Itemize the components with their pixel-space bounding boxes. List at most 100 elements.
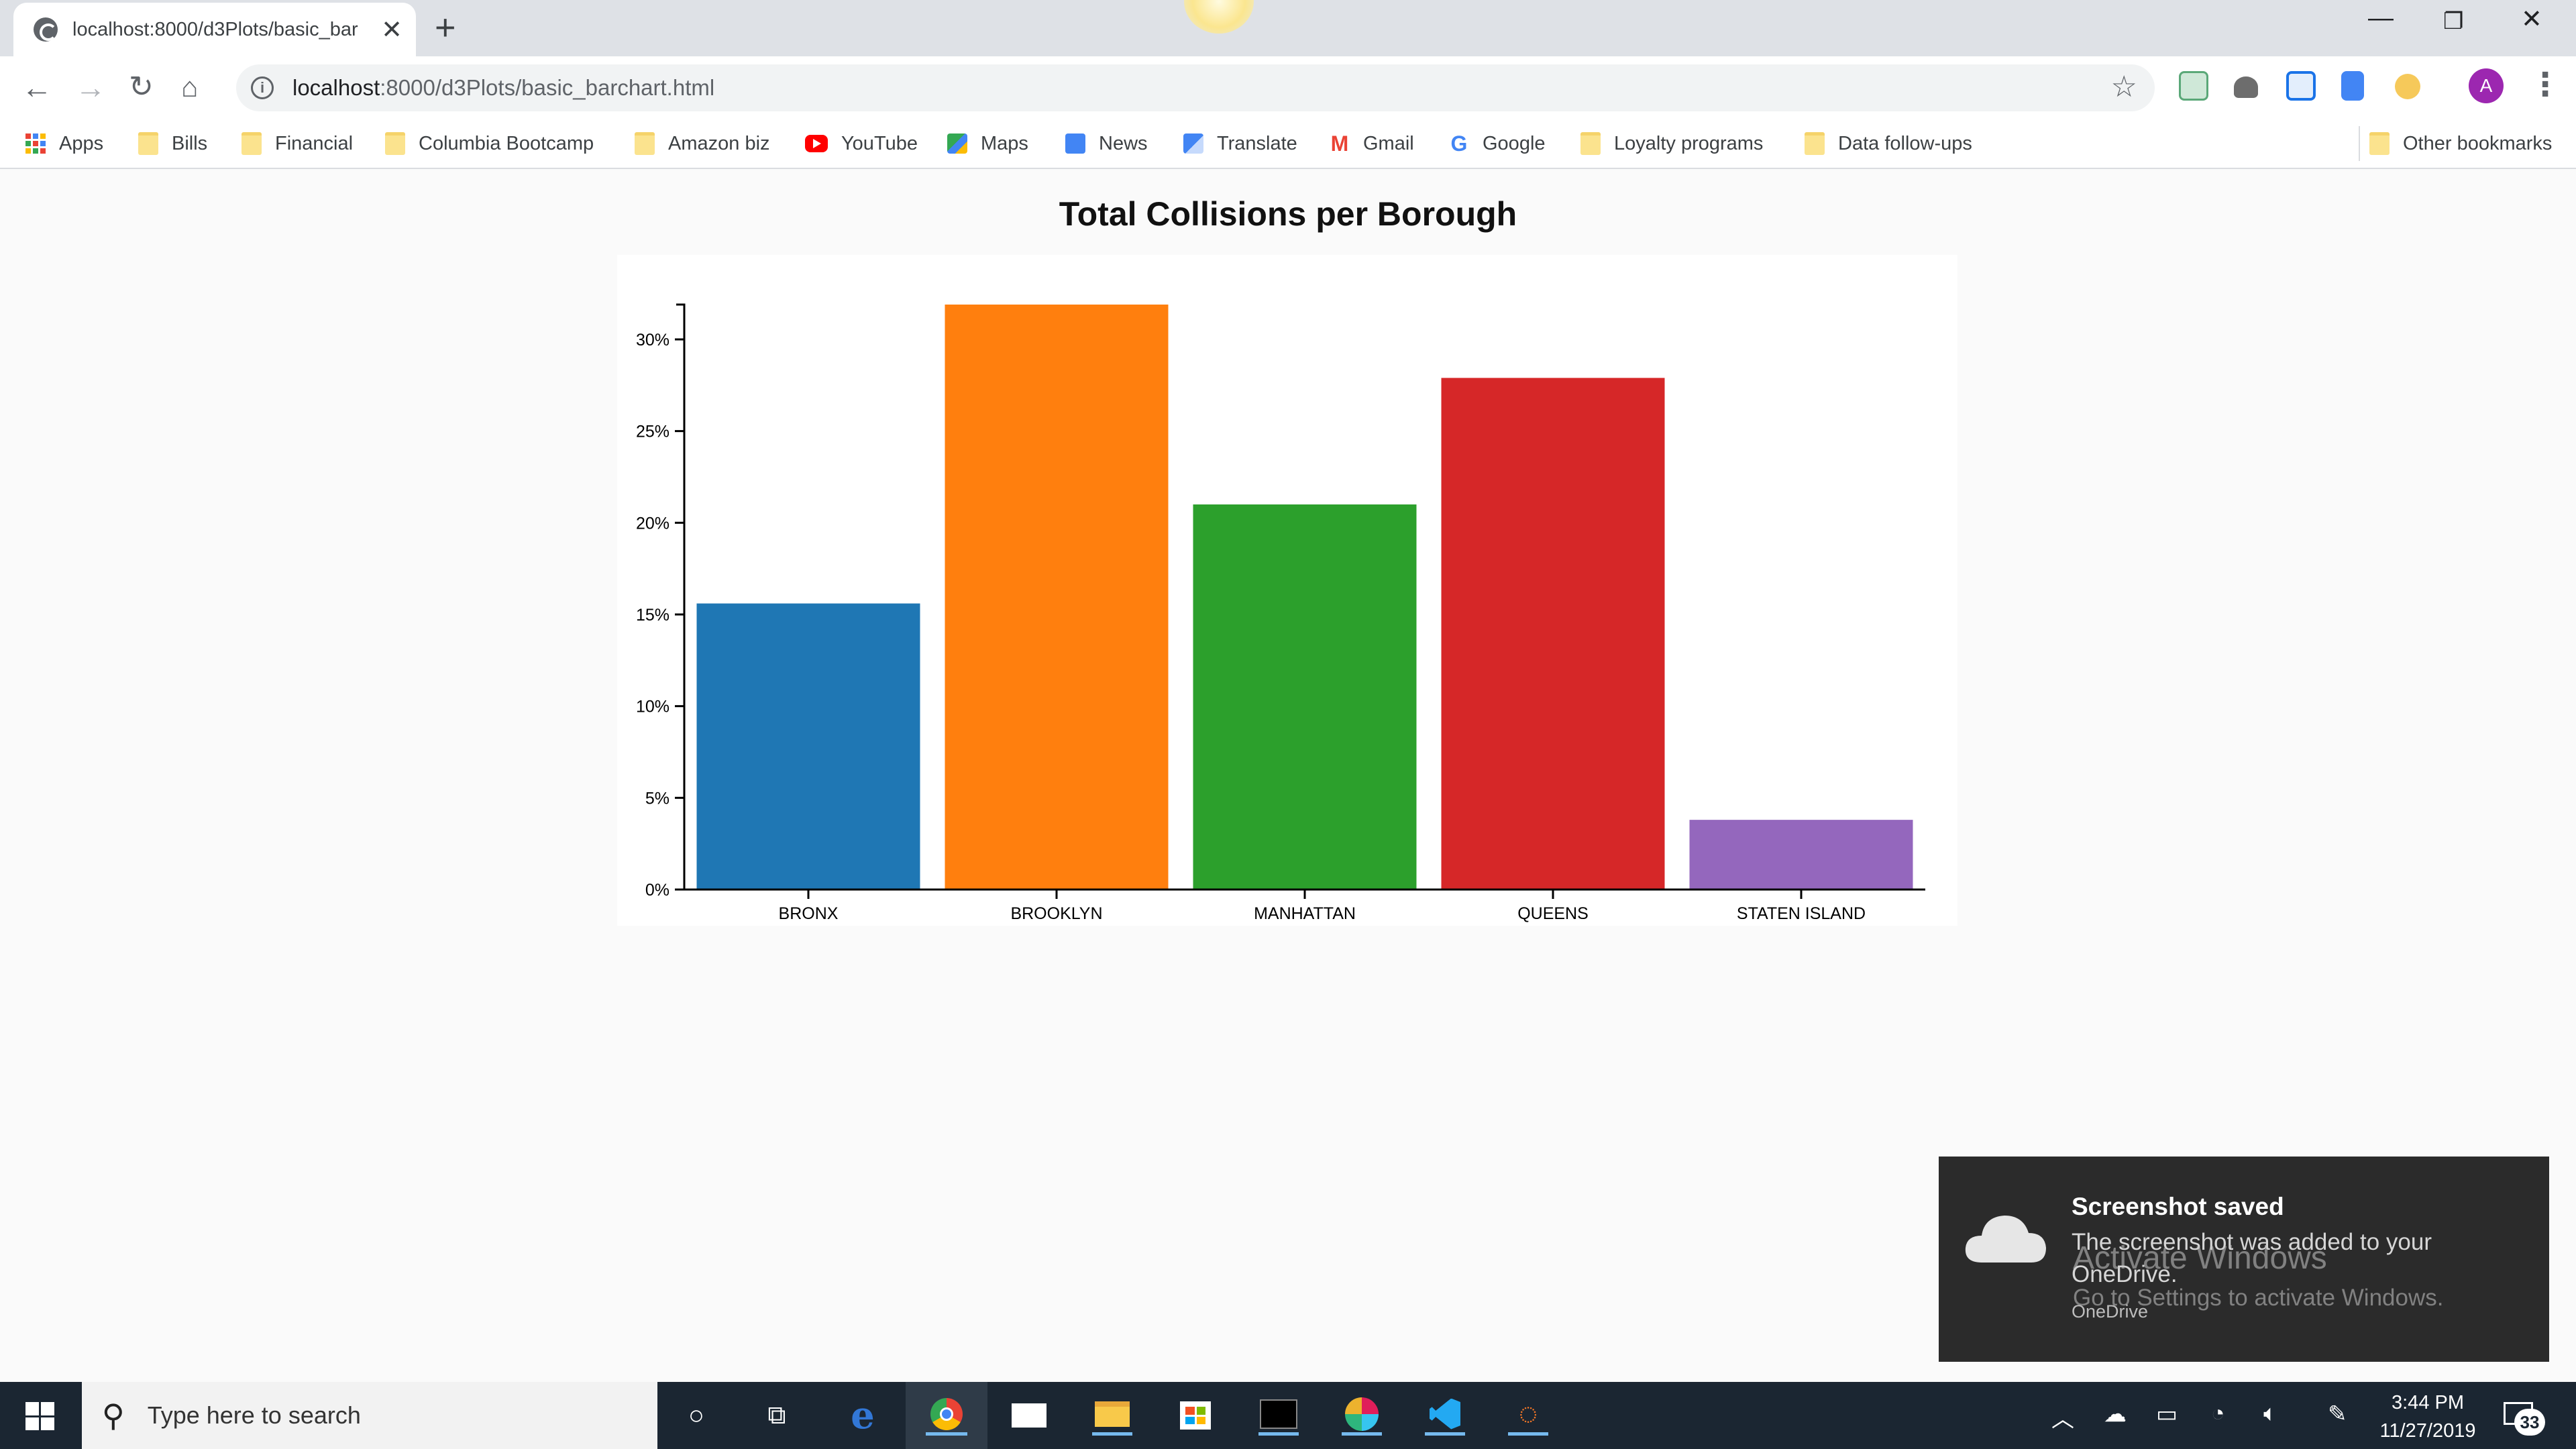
window-close-button[interactable]: ✕ [2521, 4, 2542, 34]
folder-icon [1580, 132, 1601, 155]
y-tick-label: 0% [645, 881, 669, 900]
profile-avatar[interactable]: A [2469, 68, 2504, 103]
gmail-icon: M [1330, 131, 1349, 156]
folder-icon [241, 132, 262, 155]
apps-grid-icon [25, 133, 46, 154]
bookmark-google[interactable]: G Google [1449, 126, 1546, 161]
tab-close-icon[interactable]: ✕ [381, 15, 402, 45]
terminal-icon[interactable] [1258, 1395, 1299, 1436]
x-tick-label: STATEN ISLAND [1737, 904, 1866, 923]
tab-title: localhost:8000/d3Plots/basic_bar [72, 18, 358, 40]
vscode-icon[interactable] [1425, 1395, 1465, 1436]
bookmark-loyalty-programs[interactable]: Loyalty programs [1580, 126, 1763, 161]
bookmark-label: Bills [172, 132, 208, 154]
news-icon [1065, 133, 1085, 154]
chart-svg: 0% 5% 10% 15% 20% 25% 30% BRONX BROOKLYN MANHATTA… [636, 303, 1925, 923]
google-icon: G [1450, 131, 1468, 156]
bookmark-label: Amazon biz [668, 132, 770, 154]
bookmark-label: Columbia Bootcamp [419, 132, 594, 154]
search-icon: ⚲ [102, 1398, 125, 1433]
y-tick-label: 10% [636, 698, 669, 716]
extension-honey-icon[interactable] [2395, 74, 2420, 99]
slack-icon[interactable] [1342, 1395, 1382, 1436]
show-hidden-icons-icon[interactable]: ︿ [2051, 1401, 2074, 1434]
action-center-button[interactable]: 33 [2501, 1398, 2545, 1436]
bookmark-youtube[interactable]: YouTube [805, 126, 918, 161]
file-explorer-icon[interactable] [1092, 1395, 1132, 1436]
bookmark-label: Other bookmarks [2403, 132, 2553, 154]
watermark-line2: Go to Settings to activate Windows. [2073, 1285, 2444, 1311]
extension-docs-icon[interactable] [2341, 71, 2364, 101]
bookmark-label: Gmail [1363, 132, 1414, 154]
page-favicon-icon [34, 17, 58, 42]
y-tick-label: 15% [636, 606, 669, 625]
wifi-icon[interactable]: ◔ [2211, 1401, 2225, 1427]
browser-tab[interactable]: localhost:8000/d3Plots/basic_bar ✕ [13, 3, 416, 56]
bar-staten-island [1689, 820, 1913, 890]
sun-decoration-icon [1184, 0, 1254, 34]
bookmark-maps[interactable]: Maps [947, 126, 1028, 161]
battery-icon[interactable]: ▭ [2156, 1401, 2178, 1428]
reload-button[interactable]: ↻ [129, 68, 154, 106]
bookmark-bills[interactable]: Bills [138, 126, 207, 161]
notification-count-badge: 33 [2514, 1409, 2545, 1436]
bookmark-news[interactable]: News [1065, 126, 1148, 161]
home-button[interactable]: ⌂ [181, 68, 198, 106]
y-axis-line [676, 303, 686, 891]
jupyter-icon[interactable]: ◌ [1508, 1395, 1548, 1436]
bookmark-amazon-biz[interactable]: Amazon biz [635, 126, 770, 161]
bookmark-translate[interactable]: Translate [1183, 126, 1297, 161]
activate-windows-watermark: Activate Windows Go to Settings to activ… [2073, 1240, 2443, 1311]
bookmark-gmail[interactable]: M Gmail [1330, 126, 1414, 161]
bookmark-financial[interactable]: Financial [241, 126, 353, 161]
x-tick-label: MANHATTAN [1254, 904, 1356, 923]
edge-browser-icon[interactable]: e [843, 1393, 883, 1438]
clock-time: 3:44 PM [2392, 1392, 2464, 1413]
bar-bronx [696, 603, 920, 890]
minimize-button[interactable]: — [2368, 4, 2394, 33]
bookmark-label: Apps [59, 132, 104, 154]
site-info-icon[interactable]: i [251, 76, 274, 99]
folder-icon [2369, 132, 2390, 155]
start-button[interactable] [25, 1402, 54, 1430]
url-text: localhost:8000/d3Plots/basic_barchart.ht… [292, 75, 714, 101]
pen-icon[interactable]: ✎ [2328, 1401, 2347, 1428]
taskbar-search-box[interactable]: ⚲ Type here to search [82, 1382, 657, 1449]
restore-button[interactable]: ❐ [2443, 8, 2463, 35]
x-tick-label: BROOKLYN [1010, 904, 1102, 923]
x-tick-label: QUEENS [1517, 904, 1589, 923]
volume-icon[interactable]: 🔈︎ [2263, 1401, 2277, 1427]
task-view-icon[interactable]: ⧉ [757, 1395, 797, 1436]
microsoft-store-icon[interactable] [1175, 1395, 1216, 1436]
bookmark-label: News [1099, 132, 1148, 154]
mail-icon[interactable] [1009, 1395, 1049, 1436]
new-tab-button[interactable]: + [435, 7, 456, 48]
extension-bird-icon[interactable] [2234, 76, 2258, 98]
browser-menu-icon[interactable]: ⋮ [2529, 66, 2561, 103]
toast-title: Screenshot saved [2072, 1193, 2284, 1220]
y-tick-label: 30% [636, 331, 669, 350]
maps-icon [947, 133, 967, 154]
clock-date: 11/27/2019 [2379, 1420, 2476, 1442]
forward-button[interactable]: → [75, 68, 106, 106]
address-bar[interactable]: i localhost:8000/d3Plots/basic_barchart.… [236, 64, 2155, 111]
y-tick-label: 20% [636, 514, 669, 533]
extension-search-icon[interactable] [2286, 71, 2316, 101]
back-button[interactable]: ← [21, 68, 52, 106]
cortana-icon[interactable]: ○ [676, 1395, 716, 1436]
folder-icon [635, 132, 655, 155]
chrome-taskbar-icon[interactable] [926, 1395, 967, 1436]
bookmark-data-follow-ups[interactable]: Data follow-ups [1805, 126, 1972, 161]
bookmark-columbia-bootcamp[interactable]: Columbia Bootcamp [385, 126, 594, 161]
bookmark-star-icon[interactable]: ☆ [2111, 70, 2137, 104]
system-clock[interactable]: 3:44 PM 11/27/2019 [2371, 1389, 2485, 1445]
x-tick-label: BRONX [779, 904, 839, 923]
bookmark-other-bookmarks[interactable]: Other bookmarks [2359, 126, 2552, 161]
extension-clip-icon[interactable] [2179, 71, 2208, 101]
watermark-line1: Activate Windows [2073, 1240, 2327, 1276]
onedrive-tray-icon[interactable]: ☁ [2104, 1401, 2127, 1428]
search-placeholder: Type here to search [147, 1401, 361, 1429]
url-path: :8000/d3Plots/basic_barchart.html [380, 75, 715, 100]
folder-icon [1805, 132, 1825, 155]
bookmark-apps[interactable]: Apps [25, 126, 103, 161]
